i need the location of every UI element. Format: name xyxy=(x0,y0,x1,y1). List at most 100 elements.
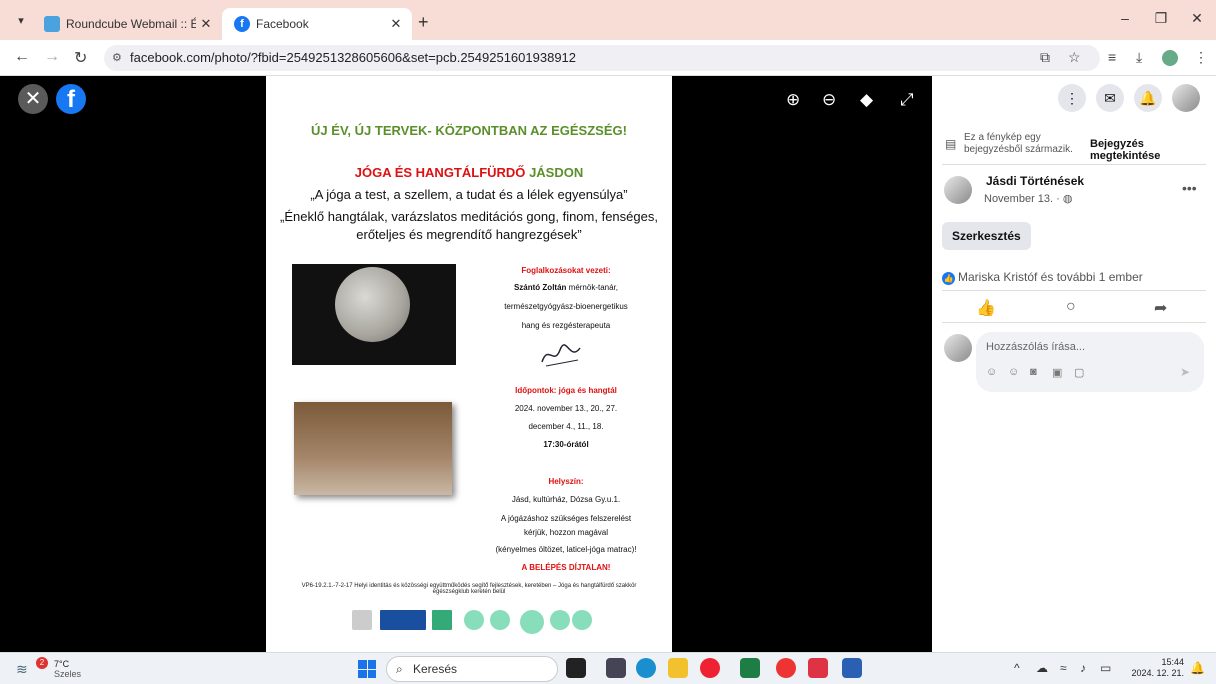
app-icon[interactable] xyxy=(808,658,828,678)
facebook-logo[interactable]: f xyxy=(56,84,86,114)
chrome-icon[interactable] xyxy=(776,658,796,678)
venue-heading: Helyszín: xyxy=(548,477,584,486)
logo xyxy=(352,610,372,630)
start-button[interactable] xyxy=(358,660,376,678)
reading-list-icon[interactable]: ≡ xyxy=(1108,49,1116,65)
equipment-3: (kényelmes öltözet, laticel-jóga matrac)… xyxy=(495,545,637,554)
excel-icon[interactable] xyxy=(740,658,760,678)
equipment-1: A jógázáshoz szükséges felszerelést xyxy=(500,514,632,523)
back-icon[interactable]: ← xyxy=(14,48,30,66)
fullscreen-icon[interactable]: ⤢ xyxy=(900,90,914,110)
zoom-out-icon[interactable]: ⊖ xyxy=(822,90,836,110)
poster-quote-1: „A jóga a test, a szellem, a tudat és a … xyxy=(310,187,628,202)
restore-button[interactable]: ❐ xyxy=(1146,10,1176,27)
logo xyxy=(572,610,592,630)
taskbar-search[interactable]: ⌕ Keresés xyxy=(386,656,558,682)
zoom-in-icon[interactable]: ⊕ xyxy=(786,90,800,110)
leader-title-3: hang és rezgésterapeuta xyxy=(521,321,611,330)
share-icon[interactable]: ➦ xyxy=(1154,298,1167,318)
task-view-icon[interactable] xyxy=(566,658,586,678)
bookmark-star-icon[interactable]: ☆ xyxy=(1068,49,1081,66)
reactions-summary[interactable]: 👍 Mariska Kristóf és további 1 ember xyxy=(942,270,1143,285)
poster-title: ÚJ ÉV, ÚJ TERVEK- KÖZPONTBAN AZ EGÉSZSÉG… xyxy=(311,123,627,138)
comment-icon[interactable]: ○ xyxy=(1066,298,1076,316)
view-post-link[interactable]: Bejegyzés megtekintése xyxy=(1090,138,1212,162)
poster-quote-2: „Éneklő hangtálak, varázslatos meditáció… xyxy=(280,209,658,242)
profile-avatar[interactable] xyxy=(1162,50,1178,66)
comment-input[interactable]: Hozzászólás írása... ☺ ☺ ◙ ▣ ▢ ➤ xyxy=(976,332,1204,392)
camera-icon[interactable]: ◙ xyxy=(1030,366,1037,378)
facebook-icon: f xyxy=(234,16,250,32)
poster-subtitle-green: JÁSDON xyxy=(529,165,584,180)
logo xyxy=(380,610,426,630)
moon-disc xyxy=(335,267,410,342)
minimize-button[interactable]: – xyxy=(1110,10,1140,26)
author-avatar[interactable] xyxy=(944,176,972,204)
install-app-icon[interactable]: ⧉ xyxy=(1040,49,1050,66)
battery-icon[interactable]: ▭ xyxy=(1100,661,1111,675)
download-icon[interactable]: ⤓ xyxy=(1136,49,1142,66)
tab-search-dropdown[interactable]: ▾ xyxy=(10,10,32,32)
poster-subtitle: JÓGA ÉS HANGTÁLFÜRDŐ JÁSDON xyxy=(266,165,672,180)
calculator-icon[interactable] xyxy=(606,658,626,678)
post-date[interactable]: November 13. · ◍ xyxy=(984,192,1072,205)
chrome-icon[interactable] xyxy=(700,658,720,678)
post-date-text: November 13. · xyxy=(984,193,1060,205)
close-tab-icon[interactable]: ✕ xyxy=(196,16,216,32)
menu-grid-icon[interactable]: ⋮ xyxy=(1058,84,1086,112)
forward-icon[interactable]: → xyxy=(44,48,60,66)
onedrive-icon[interactable]: ☁ xyxy=(1036,661,1048,675)
yoga-photo xyxy=(294,402,452,495)
messenger-icon[interactable]: ✉ xyxy=(1096,84,1124,112)
volume-icon[interactable]: ♪ xyxy=(1080,661,1086,675)
close-window-button[interactable]: ✕ xyxy=(1182,10,1212,27)
gif-icon[interactable]: ▣ xyxy=(1052,366,1062,379)
account-avatar[interactable] xyxy=(1172,84,1200,112)
logo xyxy=(550,610,570,630)
emoji-icon[interactable]: ☺ xyxy=(1008,366,1019,378)
address-bar-row: ← → ↻ ⚙ facebook.com/photo/?fbid=2549251… xyxy=(0,40,1216,76)
avatar-sticker-icon[interactable]: ☺ xyxy=(986,366,997,378)
url-field[interactable]: ⚙ facebook.com/photo/?fbid=2549251328605… xyxy=(104,45,1100,71)
logo xyxy=(520,610,544,634)
notifications-icon[interactable]: 🔔 xyxy=(1134,84,1162,112)
tab-bar: ▾ Roundcube Webmail :: Érkezett ✕ f Face… xyxy=(0,0,1216,40)
tab-facebook[interactable]: f Facebook ✕ xyxy=(222,8,412,40)
menu-icon[interactable]: ⋮ xyxy=(1194,49,1208,66)
edge-icon[interactable] xyxy=(636,658,656,678)
reload-icon[interactable]: ↻ xyxy=(74,48,87,68)
free-entry: A BELÉPÉS DÍJTALAN! xyxy=(521,563,611,572)
clock[interactable]: 15:44 2024. 12. 21. xyxy=(1124,657,1184,679)
file-explorer-icon[interactable] xyxy=(668,658,688,678)
dates-heading: Időpontok: jóga és hangtál xyxy=(515,386,617,395)
leader-title-1: mérnök-tanár, xyxy=(568,283,619,292)
more-options-icon[interactable]: ••• xyxy=(1182,180,1197,196)
notification-bell-icon[interactable]: 🔔 xyxy=(1190,661,1205,675)
weather-badge: 2 xyxy=(36,657,48,669)
sticker-icon[interactable]: ▢ xyxy=(1074,366,1084,379)
close-viewer-button[interactable]: ✕ xyxy=(18,84,48,114)
edit-button[interactable]: Szerkesztés xyxy=(942,222,1031,250)
send-icon[interactable]: ➤ xyxy=(1180,365,1190,379)
show-hidden-icons[interactable]: ^ xyxy=(1014,661,1020,675)
close-tab-icon[interactable]: ✕ xyxy=(386,16,406,32)
poster-image: ÚJ ÉV, ÚJ TERVEK- KÖZPONTBAN AZ EGÉSZSÉG… xyxy=(266,76,672,652)
like-icon[interactable]: 👍 xyxy=(976,298,996,318)
word-icon[interactable] xyxy=(842,658,862,678)
new-tab-button[interactable]: + xyxy=(418,12,429,33)
author-name[interactable]: Jásdi Történések xyxy=(986,174,1084,188)
taskbar: ≋ 2 7°C Szeles ⌕ Keresés ^ ☁ ≈ ♪ ▭ 15:44… xyxy=(0,652,1216,684)
tag-icon[interactable]: ◆ xyxy=(860,90,873,110)
site-info-icon[interactable]: ⚙ xyxy=(112,45,122,71)
wifi-icon[interactable]: ≈ xyxy=(1060,661,1067,675)
leader-line: Szántó Zoltán mérnök-tanár, xyxy=(476,283,656,292)
leader-title-2: természetgyógyász-bioenergetikus xyxy=(504,302,628,311)
search-icon: ⌕ xyxy=(396,662,403,676)
weather-widget[interactable]: ≋ 2 7°C Szeles xyxy=(8,657,128,681)
sponsor-logos xyxy=(336,608,606,638)
tab-roundcube[interactable]: Roundcube Webmail :: Érkezett ✕ xyxy=(32,8,222,40)
post-origin-text: Ez a fénykép egy bejegyzésből származik. xyxy=(964,132,1073,155)
reactions-text: Mariska Kristóf és további 1 ember xyxy=(958,270,1143,284)
poster-subtitle-red: JÓGA ÉS HANGTÁLFÜRDŐ xyxy=(354,165,526,180)
moon-photo xyxy=(292,264,456,365)
